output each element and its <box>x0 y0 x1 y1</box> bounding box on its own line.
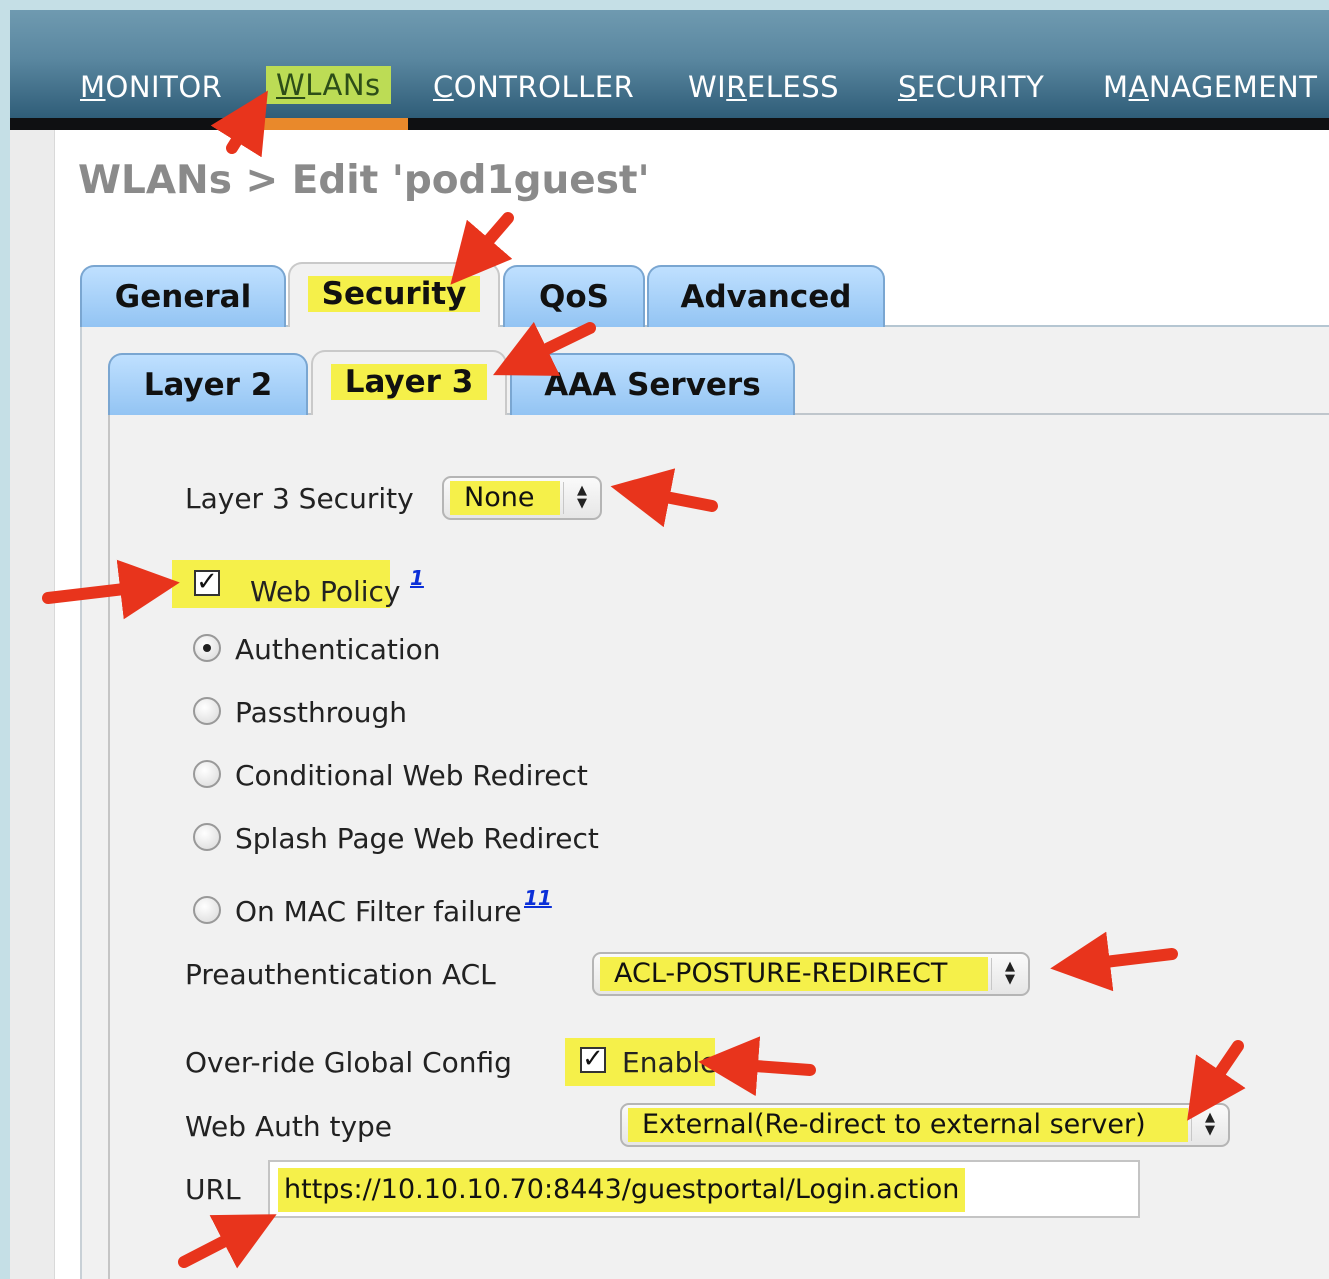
arrow-preauth-acl <box>1050 931 1178 992</box>
arrow-web-auth-type <box>1187 1040 1246 1121</box>
arrow-layer3-security <box>610 468 718 528</box>
arrow-web-policy <box>42 559 180 620</box>
arrow-enable <box>698 1036 816 1097</box>
arrow-wlans <box>210 90 268 158</box>
arrow-security-tab <box>450 212 514 285</box>
arrow-url <box>178 1214 277 1269</box>
annotation-arrows <box>42 90 1246 1269</box>
arrow-layer3-tab <box>493 321 596 376</box>
